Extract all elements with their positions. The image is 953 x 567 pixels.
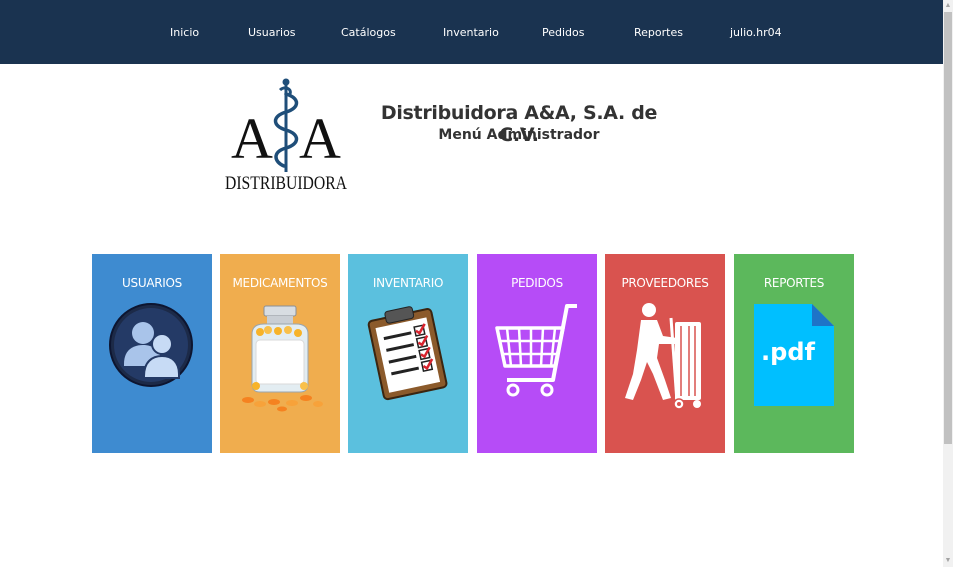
company-logo: A A DISTRIBUIDORA: [225, 78, 347, 194]
tile-inventario[interactable]: INVENTARIO: [348, 254, 468, 453]
delivery-person-icon: [625, 303, 701, 410]
svg-text:A: A: [231, 106, 273, 171]
vertical-scrollbar[interactable]: ▲ ▼: [943, 0, 953, 567]
nav-item-user[interactable]: julio.hr04: [730, 24, 782, 42]
tile-label: PROVEEDORES: [621, 276, 709, 290]
pdf-label: .pdf: [761, 338, 815, 366]
pdf-file-icon: .pdf: [754, 304, 834, 406]
tile-label: PEDIDOS: [511, 276, 563, 290]
tile-label: INVENTARIO: [372, 276, 444, 290]
svg-text:A: A: [299, 106, 341, 171]
users-icon: [109, 303, 193, 387]
nav-item-inicio[interactable]: Inicio: [170, 24, 199, 42]
pill-bottle-icon: [242, 305, 323, 412]
page: Inicio Usuarios Catálogos Inventario Ped…: [0, 0, 943, 567]
tile-reportes[interactable]: REPORTES .pdf: [734, 254, 854, 453]
page-subtitle: Menú Administrador: [438, 127, 600, 143]
tile-proveedores[interactable]: PROVEEDORES: [605, 254, 725, 453]
nav-item-usuarios[interactable]: Usuarios: [248, 24, 296, 42]
tile-usuarios[interactable]: USUARIOS: [92, 254, 212, 453]
clipboard-checklist-icon: [367, 306, 448, 401]
tile-label: USUARIOS: [122, 276, 182, 290]
tile-label: REPORTES: [763, 276, 825, 290]
scroll-up-icon[interactable]: ▲: [944, 1, 952, 11]
scroll-down-icon[interactable]: ▼: [944, 556, 952, 566]
tile-label: MEDICAMENTOS: [232, 276, 328, 290]
tile-medicamentos[interactable]: MEDICAMENTOS: [220, 254, 340, 453]
shopping-cart-icon: [495, 304, 577, 397]
tile-pedidos[interactable]: PEDIDOS: [477, 254, 597, 453]
nav-item-catalogos[interactable]: Catálogos: [341, 24, 396, 42]
nav-item-reportes[interactable]: Reportes: [634, 24, 683, 42]
top-navbar: Inicio Usuarios Catálogos Inventario Ped…: [0, 0, 943, 64]
scroll-thumb[interactable]: [944, 12, 952, 444]
svg-text:DISTRIBUIDORA: DISTRIBUIDORA: [225, 173, 347, 194]
nav-item-inventario[interactable]: Inventario: [443, 24, 499, 42]
nav-item-pedidos[interactable]: Pedidos: [542, 24, 585, 42]
